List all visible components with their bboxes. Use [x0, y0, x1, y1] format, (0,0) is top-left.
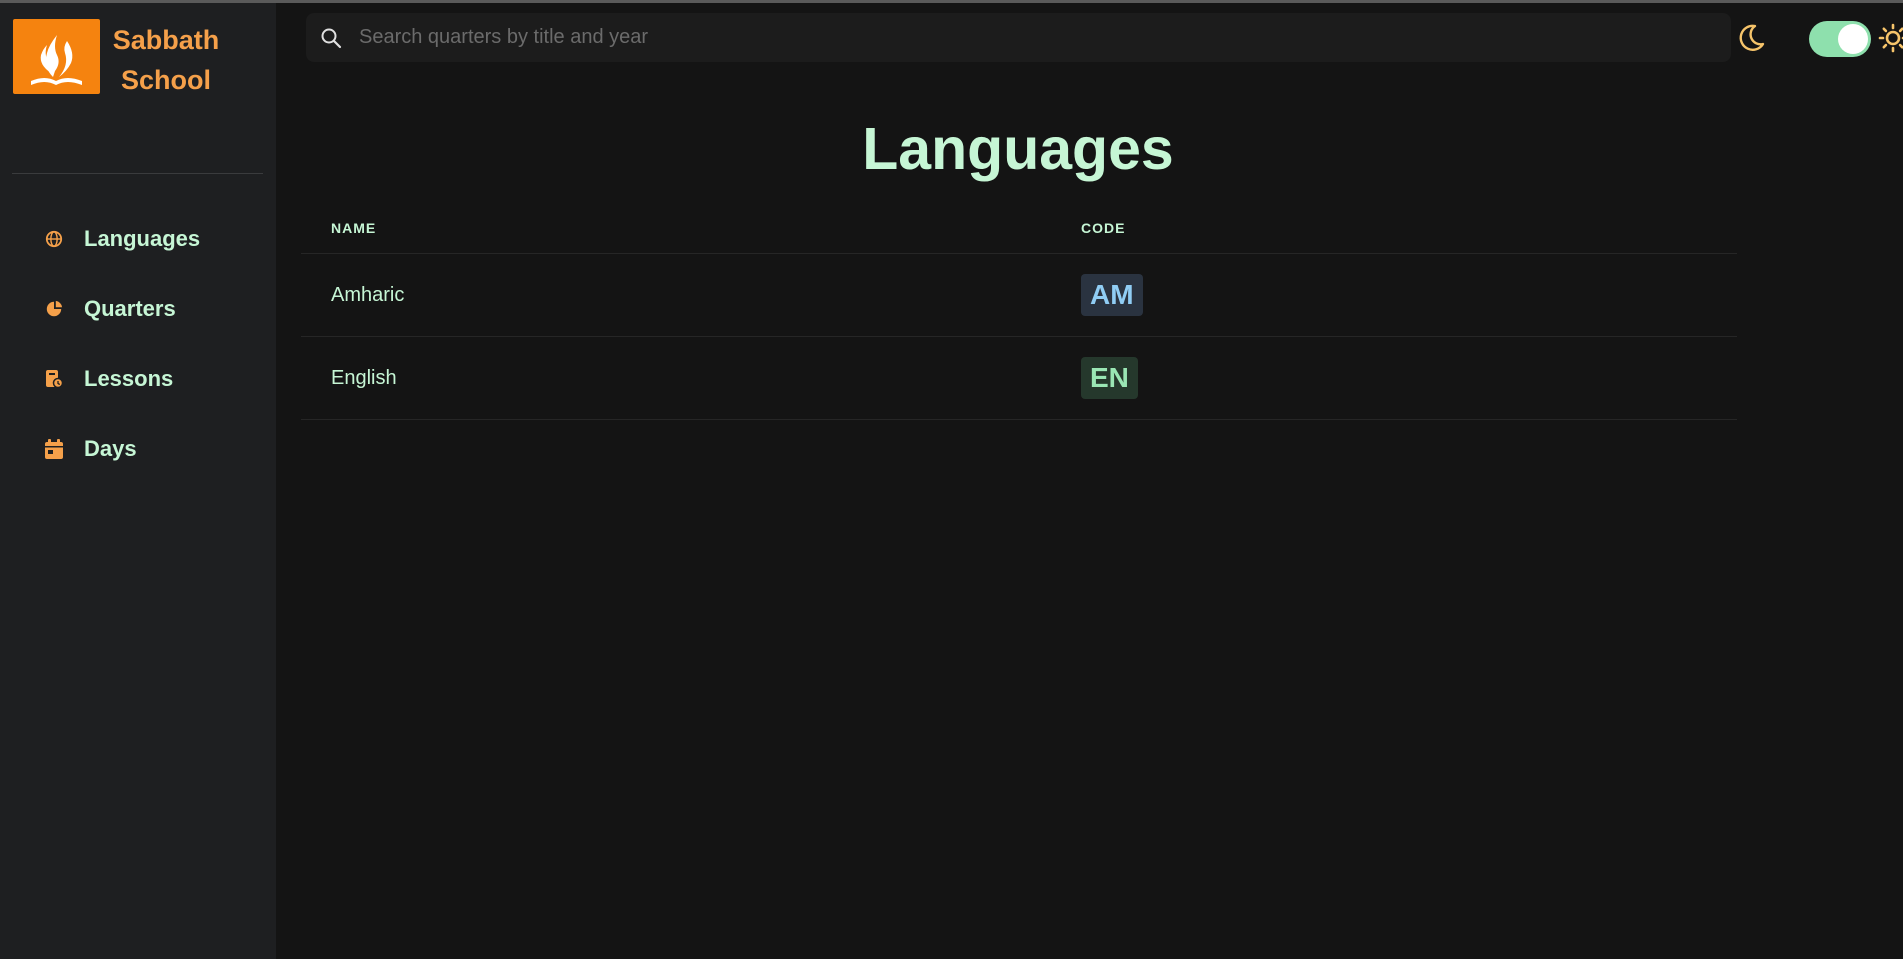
logo-flame-book-icon [31, 35, 82, 85]
sidebar-item-days[interactable]: Days [30, 426, 260, 472]
toggle-knob [1838, 24, 1868, 54]
sun-icon[interactable] [1878, 23, 1903, 53]
sabbath-school-logo[interactable] [13, 19, 100, 94]
sidebar-item-languages[interactable]: Languages [30, 216, 260, 262]
calendar-icon [40, 435, 68, 463]
languages-table: NAME CODE Amharic AM English EN [301, 208, 1737, 420]
sidebar-item-label: Days [84, 436, 137, 461]
table-row[interactable]: English EN [301, 337, 1737, 420]
brand-line-2: School [120, 65, 211, 95]
brand-title[interactable]: Sabbath School [106, 20, 226, 100]
language-code-badge: EN [1081, 357, 1138, 399]
search-input[interactable] [357, 16, 1731, 59]
globe-icon [40, 225, 68, 253]
table-row[interactable]: Amharic AM [301, 254, 1737, 337]
language-name: English [331, 367, 397, 389]
table-header: NAME CODE [301, 208, 1737, 254]
sidebar-item-quarters[interactable]: Quarters [30, 286, 260, 332]
brand-line-1: Sabbath [112, 25, 220, 55]
sidebar-item-label: Quarters [84, 296, 176, 321]
sidebar-item-lessons[interactable]: Lessons [30, 356, 260, 402]
sidebar-item-label: Languages [84, 226, 201, 251]
sidebar-item-label: Lessons [84, 366, 174, 391]
theme-toggle[interactable] [1809, 21, 1871, 57]
moon-icon[interactable] [1735, 22, 1767, 54]
window-top-border [0, 0, 1903, 3]
search-bar [306, 13, 1731, 62]
sidebar: Sabbath School Languages Quarters Lesson… [0, 3, 276, 959]
pie-chart-icon [40, 295, 68, 323]
column-header-code: CODE [1081, 220, 1126, 236]
search-icon [321, 28, 342, 48]
column-header-name: NAME [331, 220, 377, 236]
sidebar-divider [12, 173, 263, 174]
lesson-book-icon [40, 365, 68, 393]
language-name: Amharic [331, 284, 405, 306]
language-code-badge: AM [1081, 274, 1143, 316]
page-title: Languages [862, 116, 1174, 182]
